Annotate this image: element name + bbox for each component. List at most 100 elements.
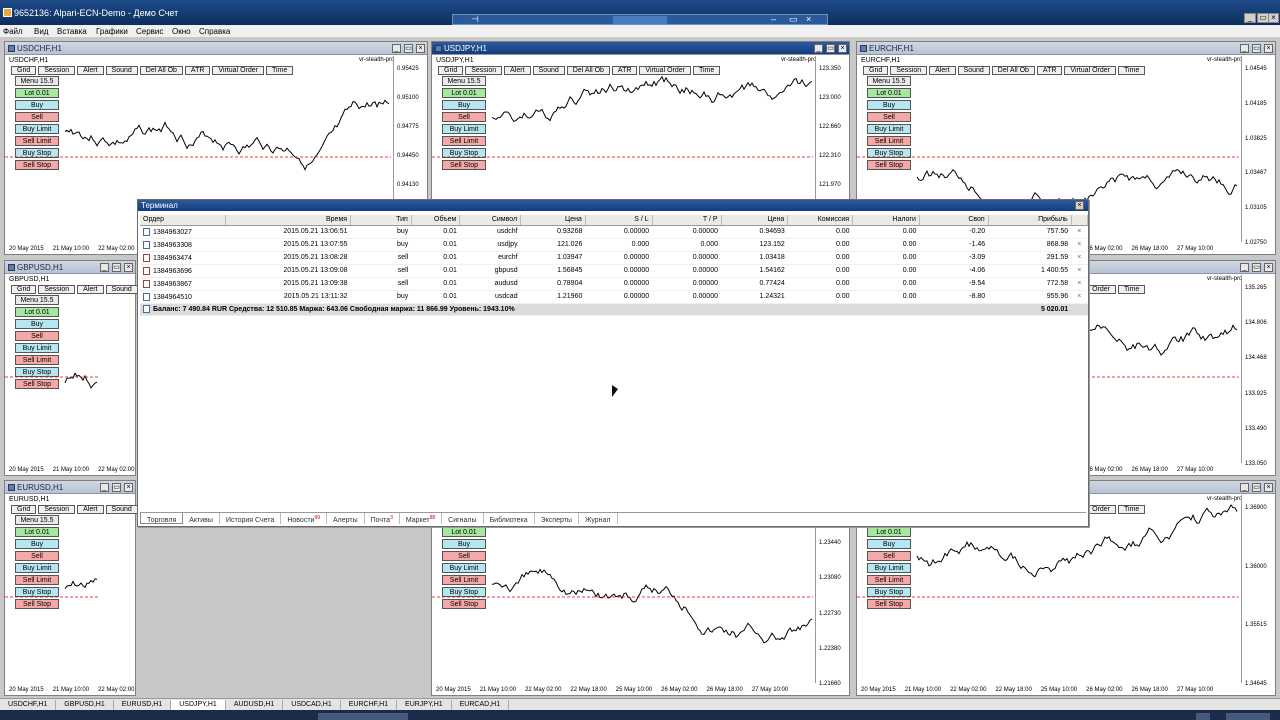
col-price[interactable]: Цена [520,215,586,226]
chart-close-button[interactable]: × [1264,263,1273,272]
pin-icon[interactable]: ⊣ [471,14,479,25]
app-close-button[interactable]: × [1268,13,1279,23]
close-order-icon[interactable]: × [1071,264,1088,278]
chart-maximize-button[interactable]: ▭ [112,263,121,272]
chart-maximize-button[interactable]: ▭ [112,483,121,492]
terminal-tab[interactable]: Журнал [579,513,618,524]
restore-icon[interactable]: ▭ [789,14,798,25]
chart-close-button[interactable]: × [124,263,133,272]
close-order-icon[interactable]: × [1071,225,1088,239]
order-comm: 0.00 [787,277,853,291]
date-tick: 27 May 10:00 [751,687,789,693]
col-symbol[interactable]: Символ [459,215,522,226]
menu-insert[interactable]: Вставка [57,27,87,36]
col-sl[interactable]: S / L [585,215,653,226]
date-tick: 25 May 10:00 [1040,687,1078,693]
chart-window-header[interactable]: USDCHF,H1 _ ▭ × [5,42,427,55]
chart-close-button[interactable]: × [1264,483,1273,492]
price-tick: 1.04185 [1245,100,1267,107]
chart-minimize-button[interactable]: _ [392,44,401,53]
chart-maximize-button[interactable]: ▭ [826,44,835,53]
chart-window-header[interactable]: EURCHF,H1 _ ▭ × [857,42,1275,55]
terminal-tab[interactable]: Алерты [327,513,365,524]
taskbar-item[interactable] [318,713,408,720]
minimize-icon[interactable]: – [771,14,776,24]
col-type[interactable]: Тип [350,215,412,226]
col-tp[interactable]: T / P [652,215,722,226]
terminal-tab[interactable]: Библиотека [484,513,535,524]
order-swap: -3.09 [919,251,989,265]
order-tax: 0.00 [852,277,920,291]
menu-tools[interactable]: Сервис [136,27,163,36]
chart-close-button[interactable]: × [1264,44,1273,53]
chart-close-button[interactable]: × [838,44,847,53]
price-series [491,75,813,123]
menu-charts[interactable]: Графики [96,27,128,36]
order-row[interactable]: 1384963696 2015.05.21 13:09:08 sell 0.01 gbp… [140,264,1088,278]
menu-help[interactable]: Справка [199,27,230,36]
date-tick: 22 May 02:00 [98,467,135,473]
date-tick: 21 May 10:00 [52,687,90,693]
terminal-tab[interactable]: Активы [183,513,220,524]
terminal-tab[interactable]: Сигналы [442,513,484,524]
close-icon[interactable]: × [806,14,811,24]
menu-window[interactable]: Окно [172,27,191,36]
chart-window[interactable]: EURUSD,H1 _ ▭ × EURUSD,H1 Grid Session Aler… [4,480,183,696]
col-swap[interactable]: Своп [919,215,989,226]
close-order-icon[interactable]: × [1071,251,1088,265]
order-row[interactable]: 1384963027 2015.05.21 13:06:51 buy 0.01 usdc… [140,225,1088,239]
chart-minimize-button[interactable]: _ [1240,44,1249,53]
close-order-icon[interactable]: × [1071,238,1088,252]
chart-window-header[interactable]: EURUSD,H1 _ ▭ × [5,481,135,494]
terminal-tab-label: Библиотека [489,517,528,525]
order-row[interactable]: 1384964510 2015.05.21 13:11:32 buy 0.01 usdc… [140,290,1088,304]
col-time[interactable]: Время [225,215,352,226]
terminal-close-button[interactable]: × [1075,201,1084,210]
app-minimize-button[interactable]: _ [1244,13,1256,23]
close-order-icon[interactable]: × [1071,290,1088,304]
sound-button[interactable]: Sound [105,505,138,514]
col-volume[interactable]: Объем [411,215,461,226]
col-commission[interactable]: Комиссия [787,215,854,226]
chart-maximize-button[interactable]: ▭ [1252,263,1261,272]
close-order-icon[interactable]: × [1071,277,1088,291]
terminal-tab-label: Журнал [584,517,611,525]
price-tick: 1.34645 [1245,681,1267,687]
chart-close-button[interactable]: × [124,483,133,492]
chart-maximize-button[interactable]: ▭ [1252,483,1261,492]
order-row[interactable]: 1384963474 2015.05.21 13:08:28 sell 0.01 eur… [140,251,1088,265]
chart-minimize-button[interactable]: _ [814,44,823,53]
terminal-tab[interactable]: Почта3 [365,513,400,524]
price-tick: 0.95425 [397,66,419,72]
terminal-tab[interactable]: Эксперты [535,513,579,524]
order-row[interactable]: 1384963867 2015.05.21 13:09:38 sell 0.01 aud… [140,277,1088,291]
chart-window-header[interactable]: GBPUSD,H1 _ ▭ × [5,261,135,274]
terminal-tab[interactable]: История Счета [220,513,282,524]
col-order[interactable]: Ордер [140,215,226,226]
col-taxes[interactable]: Налоги [852,215,920,226]
sound-button[interactable]: Sound [105,285,138,294]
chart-window[interactable]: GBPUSD,H1 _ ▭ × GBPUSD,H1 Grid Session Aler… [4,260,183,476]
chart-maximize-button[interactable]: ▭ [1252,44,1261,53]
terminal-tab[interactable]: Новости99 [281,513,328,524]
menu-view[interactable]: Вид [34,27,48,36]
chart-maximize-button[interactable]: ▭ [404,44,413,53]
menu-file[interactable]: Файл [3,27,23,36]
col-profit[interactable]: Прибыль [988,215,1072,226]
terminal-tab[interactable]: Торговля [140,513,184,524]
chart-minimize-button[interactable]: _ [100,483,109,492]
chart-close-button[interactable]: × [416,44,425,53]
chart-icon [435,45,442,52]
price-chart[interactable] [5,495,99,681]
order-row[interactable]: 1384963308 2015.05.21 13:07:55 buy 0.01 usdj… [140,238,1088,252]
chart-minimize-button[interactable]: _ [100,263,109,272]
terminal-tab[interactable]: Маркет88 [400,513,443,524]
chart-minimize-button[interactable]: _ [1240,263,1249,272]
price-chart[interactable] [5,275,99,461]
chart-window-header[interactable]: USDJPY,H1 _ ▭ × [432,42,849,55]
col-current-price[interactable]: Цена [721,215,789,226]
chart-minimize-button[interactable]: _ [1240,483,1249,492]
order-sl: 0.00000 [585,225,653,239]
tray-icon[interactable] [1196,713,1210,720]
app-icon [3,8,12,17]
